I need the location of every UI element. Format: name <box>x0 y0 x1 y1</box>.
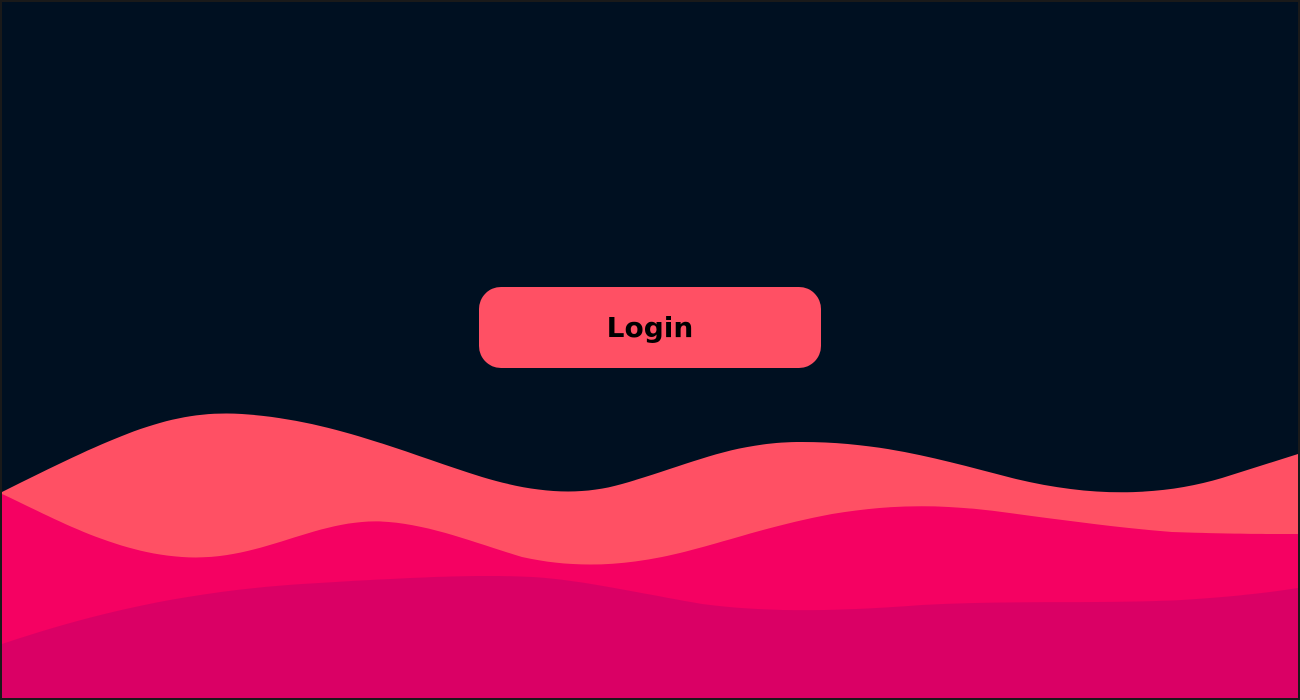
login-screen: Login <box>0 0 1300 700</box>
login-button[interactable]: Login <box>479 287 821 368</box>
